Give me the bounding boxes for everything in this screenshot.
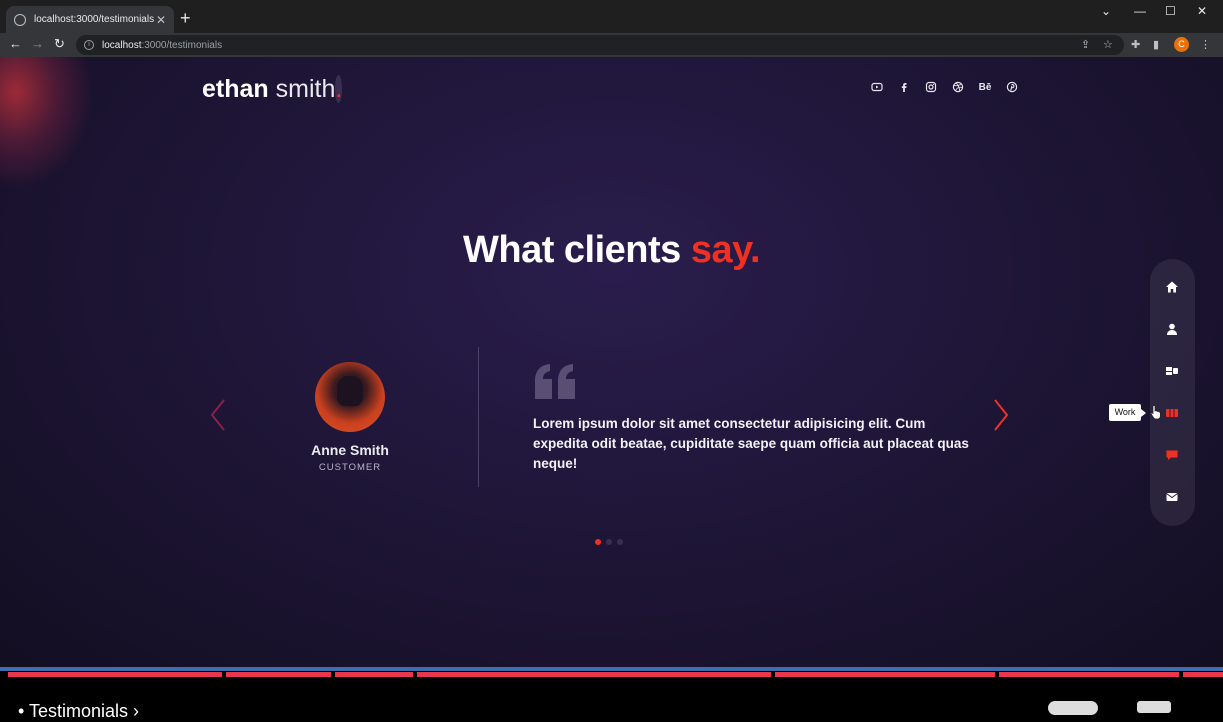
pagination-dot[interactable] <box>595 539 601 545</box>
about-icon[interactable] <box>1165 322 1179 336</box>
chapter-segment[interactable] <box>8 672 222 677</box>
home-icon[interactable] <box>1165 280 1179 294</box>
browser-tabbar: localhost:3000/testimonials ✕ + ⌄ — ☐ ✕ <box>0 0 1223 33</box>
heading-main: What clients <box>462 229 681 271</box>
logo-dot: . <box>335 75 343 103</box>
facebook-icon[interactable] <box>897 81 911 95</box>
behance-icon[interactable]: Bē <box>978 81 992 95</box>
site-logo[interactable]: ethan smith. <box>202 75 343 104</box>
chapter-label: Testimonials <box>28 701 129 721</box>
testimonial-quote: Lorem ipsum dolor sit amet consectetur a… <box>533 416 969 471</box>
chapter-segment[interactable] <box>1183 672 1223 677</box>
nav-tooltip: Work <box>1109 404 1146 421</box>
pagination-dot[interactable] <box>617 539 623 545</box>
globe-icon <box>14 13 26 26</box>
tab-title: localhost:3000/testimonials <box>34 14 155 25</box>
prev-arrow-icon[interactable] <box>208 398 228 432</box>
instagram-icon[interactable] <box>924 81 938 95</box>
close-tab-icon[interactable]: ✕ <box>156 13 166 27</box>
contact-icon[interactable] <box>1165 490 1179 504</box>
heading-accent: say. <box>690 229 761 271</box>
paint-splash-decoration <box>0 57 100 197</box>
logo-light: smith <box>275 75 336 103</box>
page: ethan smith. Bē What clients say. Anne S… <box>0 57 1223 667</box>
dribbble-icon[interactable] <box>951 81 965 95</box>
site-info-icon[interactable]: i <box>84 40 94 50</box>
chapter-segment[interactable] <box>226 672 331 677</box>
logo-bold: ethan <box>202 75 269 103</box>
chapter-segment[interactable] <box>999 672 1179 677</box>
address-bar[interactable]: i localhost:3000/testimonials <box>76 35 1124 55</box>
forward-button[interactable]: → <box>31 36 44 51</box>
side-navigation <box>1150 259 1195 526</box>
work-icon[interactable] <box>1165 406 1179 420</box>
pagination-dot[interactable] <box>606 539 612 545</box>
hand-cursor-icon <box>1150 405 1161 420</box>
browser-toolbar: ← → ↻ i localhost:3000/testimonials ⇪ ☆ … <box>0 33 1223 57</box>
chapter-title[interactable]: • Testimonials › <box>18 701 139 722</box>
chapter-segment[interactable] <box>417 672 771 677</box>
bookmark-star-icon[interactable]: ☆ <box>1103 38 1113 51</box>
browser-tab[interactable]: localhost:3000/testimonials ✕ <box>6 6 174 33</box>
quote-icon <box>535 364 575 399</box>
services-icon[interactable] <box>1165 364 1179 378</box>
new-tab-button[interactable]: + <box>180 8 191 28</box>
menu-icon[interactable]: ⋮ <box>1200 38 1211 51</box>
chapter-segment[interactable] <box>335 672 413 677</box>
reload-button[interactable]: ↻ <box>54 36 65 52</box>
subtitles-icon[interactable] <box>1137 701 1171 713</box>
back-button[interactable]: ← <box>9 36 22 51</box>
divider <box>478 347 479 487</box>
next-arrow-icon[interactable] <box>991 398 1011 432</box>
testimonials-icon[interactable] <box>1165 448 1179 462</box>
side-panel-icon[interactable]: ▮ <box>1153 38 1159 51</box>
youtube-icon[interactable] <box>870 81 884 95</box>
chapter-segment[interactable] <box>775 672 995 677</box>
section-heading: What clients say. <box>0 229 1223 272</box>
person-role: CUSTOMER <box>318 462 382 473</box>
pinterest-icon[interactable] <box>1005 81 1019 95</box>
share-icon[interactable]: ⇪ <box>1081 38 1090 51</box>
video-player-bar: • Testimonials › <box>0 667 1223 721</box>
testimonial-person: Anne Smith CUSTOMER <box>300 362 400 473</box>
profile-avatar[interactable]: C <box>1174 37 1189 52</box>
extensions-icon[interactable]: ✚ <box>1131 38 1140 51</box>
social-links: Bē <box>870 81 1019 95</box>
person-name: Anne Smith <box>311 442 389 458</box>
url-host: localhost <box>102 39 142 51</box>
maximize-button[interactable]: ☐ <box>1165 4 1176 18</box>
url-path: :3000/testimonials <box>141 39 223 51</box>
slider-pagination <box>595 539 623 545</box>
avatar <box>315 362 385 432</box>
minimize-button[interactable]: — <box>1134 4 1146 18</box>
close-window-button[interactable]: ✕ <box>1197 4 1207 18</box>
tab-search-icon[interactable]: ⌄ <box>1101 4 1111 18</box>
progress-bar[interactable] <box>0 667 1223 671</box>
